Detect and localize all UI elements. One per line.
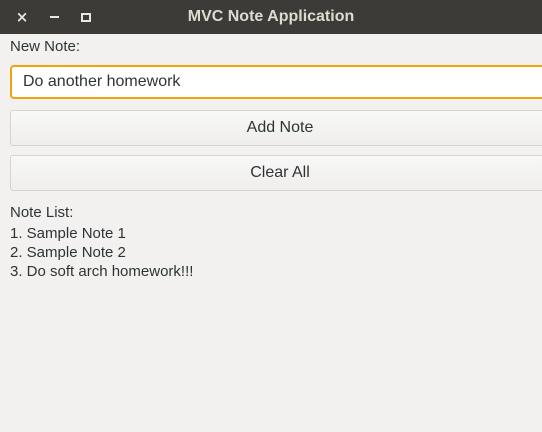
window-controls: × [12,0,108,34]
note-list-item: 2. Sample Note 2 [10,244,126,261]
maximize-icon [81,12,91,22]
title-bar: MVC Note Application × [0,0,542,34]
new-note-label: New Note: [10,38,81,55]
note-list-label: Note List: [10,204,74,221]
note-list: 1. Sample Note 1 2. Sample Note 2 3. Do … [10,224,193,281]
minimize-icon [49,16,59,18]
maximize-button[interactable] [76,7,96,27]
close-button[interactable]: × [12,7,32,27]
minimize-button[interactable] [44,7,64,27]
new-note-input[interactable] [10,65,542,99]
close-icon: × [15,7,29,26]
note-list-item: 3. Do soft arch homework!!! [10,263,194,280]
add-note-button[interactable]: Add Note [10,110,542,146]
clear-all-button[interactable]: Clear All [10,155,542,191]
note-list-item: 1. Sample Note 1 [10,225,126,242]
